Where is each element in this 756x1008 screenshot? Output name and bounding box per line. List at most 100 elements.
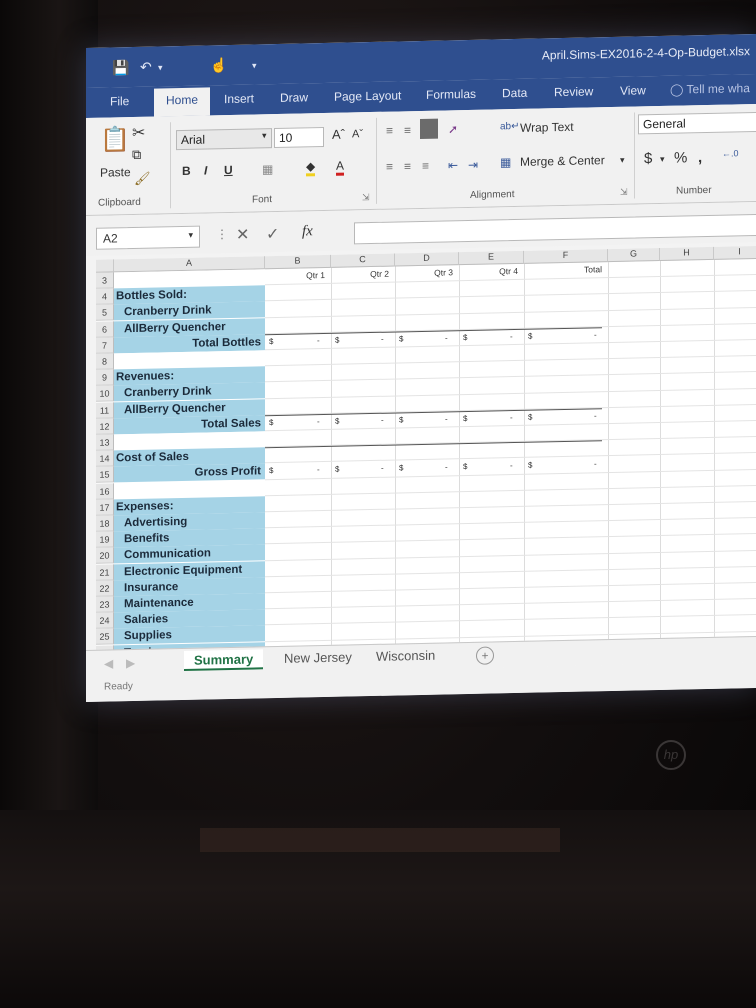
align-center-icon[interactable]: ≡ [404,159,411,173]
row-header[interactable]: 9 [96,369,114,386]
row-header[interactable]: 11 [96,402,114,419]
scroll-left-icon[interactable]: ◀ [104,656,113,670]
cancel-icon[interactable]: ✕ [236,225,249,245]
paste-button[interactable]: Paste [100,165,131,180]
copy-icon[interactable]: ⧉ [132,147,141,163]
format-painter-icon[interactable]: 🖌 [134,171,151,187]
row-header[interactable]: 24 [96,612,114,629]
worksheet-grid[interactable]: A B C D E F G H I Qtr 1 Qtr 2 Qtr 3 Qtr … [96,245,756,662]
row-header[interactable]: 18 [96,515,114,532]
italic-button[interactable]: I [204,163,207,177]
font-size-select[interactable]: 10 [274,127,324,149]
tab-file[interactable]: File [110,94,129,108]
tab-page-layout[interactable]: Page Layout [334,88,401,103]
tab-formulas[interactable]: Formulas [426,87,476,102]
alignment-dialog-launcher-icon[interactable]: ⇲ [620,187,628,198]
row-header[interactable]: 13 [96,434,114,451]
align-right-icon[interactable]: ≡ [422,159,429,173]
paste-icon[interactable]: 📋 [100,125,130,155]
save-icon[interactable]: 💾 [112,59,129,76]
row-header[interactable]: 3 [96,272,114,289]
gridline [459,265,460,643]
touch-mode-icon[interactable]: ☝ [210,57,227,74]
merge-center-icon[interactable]: ▦ [500,155,511,169]
font-name-select[interactable]: Arial [176,128,272,151]
decrease-font-icon[interactable]: Aˇ [352,128,363,140]
sheet-tab-new-jersey[interactable]: New Jersey [274,647,362,669]
chevron-down-icon[interactable]: ▾ [188,230,193,241]
row-header[interactable]: 17 [96,499,114,516]
undo-dropdown-icon[interactable]: ▾ [158,62,163,73]
comma-button[interactable]: , [698,149,702,166]
column-header[interactable]: C [331,253,395,268]
select-all-corner[interactable] [96,259,114,273]
fill-color-icon[interactable]: ◆ [306,159,316,177]
align-middle-icon[interactable]: ≡ [404,123,411,137]
column-header[interactable]: G [608,247,660,263]
bold-button[interactable]: B [182,164,191,178]
tab-view[interactable]: View [620,83,646,98]
tab-insert[interactable]: Insert [224,91,254,106]
column-header[interactable]: I [714,245,756,260]
row-header[interactable]: 20 [96,547,114,565]
row-header[interactable]: 4 [96,288,114,305]
row-header[interactable]: 23 [96,596,114,613]
increase-font-icon[interactable]: Aˆ [332,127,345,142]
row-header[interactable]: 15 [96,466,114,484]
cut-icon[interactable]: ✂ [132,123,145,143]
row-header[interactable]: 25 [96,628,114,646]
wrap-text-button[interactable]: Wrap Text [520,120,574,135]
row-header[interactable]: 21 [96,564,114,581]
increase-indent-icon[interactable]: ⇥ [468,158,478,172]
align-left-icon[interactable]: ≡ [386,160,393,174]
tab-review[interactable]: Review [554,84,593,99]
orientation-icon[interactable]: ➚ [448,122,458,136]
align-top-icon[interactable]: ≡ [386,124,393,138]
borders-icon[interactable]: ▦ [262,162,273,176]
row-header[interactable]: 7 [96,337,114,354]
row-header[interactable]: 19 [96,531,114,548]
insert-function-button[interactable]: fx [302,223,313,240]
row-header[interactable]: 10 [96,385,114,403]
row-header[interactable]: 5 [96,304,114,322]
currency-button[interactable]: $ [644,150,652,167]
increase-decimal-icon[interactable]: ←.0 [722,148,739,158]
font-color-icon[interactable]: A [336,158,345,176]
tab-data[interactable]: Data [502,86,527,101]
sheet-tab-summary[interactable]: Summary [184,649,264,671]
currency-symbol: $ [463,332,468,342]
row-header[interactable]: 14 [96,450,114,467]
underline-button[interactable]: U [224,163,233,177]
currency-symbol: $ [399,463,404,473]
row-header[interactable]: 22 [96,580,114,597]
enter-icon[interactable]: ✓ [266,224,279,244]
number-format-select[interactable]: General [638,111,756,135]
chevron-down-icon[interactable]: ▾ [620,155,625,166]
percent-button[interactable]: % [674,149,687,166]
row-header[interactable]: 16 [96,483,114,500]
font-dialog-launcher-icon[interactable]: ⇲ [362,192,370,203]
align-bottom-icon[interactable] [420,118,438,140]
row-header[interactable]: 12 [96,418,114,435]
gridline [265,371,756,383]
formula-input[interactable] [354,213,756,245]
ribbon: 📋 ✂ ⧉ 🖌 Paste Clipboard Arial ▾ 10 Aˆ Aˇ… [86,103,756,216]
row-header[interactable]: 8 [96,353,114,370]
name-box[interactable]: A2 ▾ [96,225,200,250]
chevron-down-icon[interactable]: ▾ [262,130,267,141]
sheet-tab-wisconsin[interactable]: Wisconsin [366,645,445,667]
column-header[interactable]: H [660,246,714,261]
wrap-text-icon[interactable]: ab↵ [500,121,520,132]
tab-home[interactable]: Home [154,87,211,117]
decrease-indent-icon[interactable]: ⇤ [448,158,458,172]
scroll-right-icon[interactable]: ▶ [126,656,135,670]
add-sheet-icon[interactable]: + [476,646,494,665]
undo-icon[interactable]: ↶ [140,59,152,76]
tab-draw[interactable]: Draw [280,90,308,105]
row-header[interactable]: 6 [96,321,114,338]
customize-toolbar-icon[interactable]: ▾ [252,60,257,71]
tell-me-search[interactable]: ◯ Tell me wha [670,81,750,97]
merge-center-button[interactable]: Merge & Center [520,153,605,169]
currency-symbol: $ [528,331,533,341]
chevron-down-icon[interactable]: ▾ [660,154,665,165]
